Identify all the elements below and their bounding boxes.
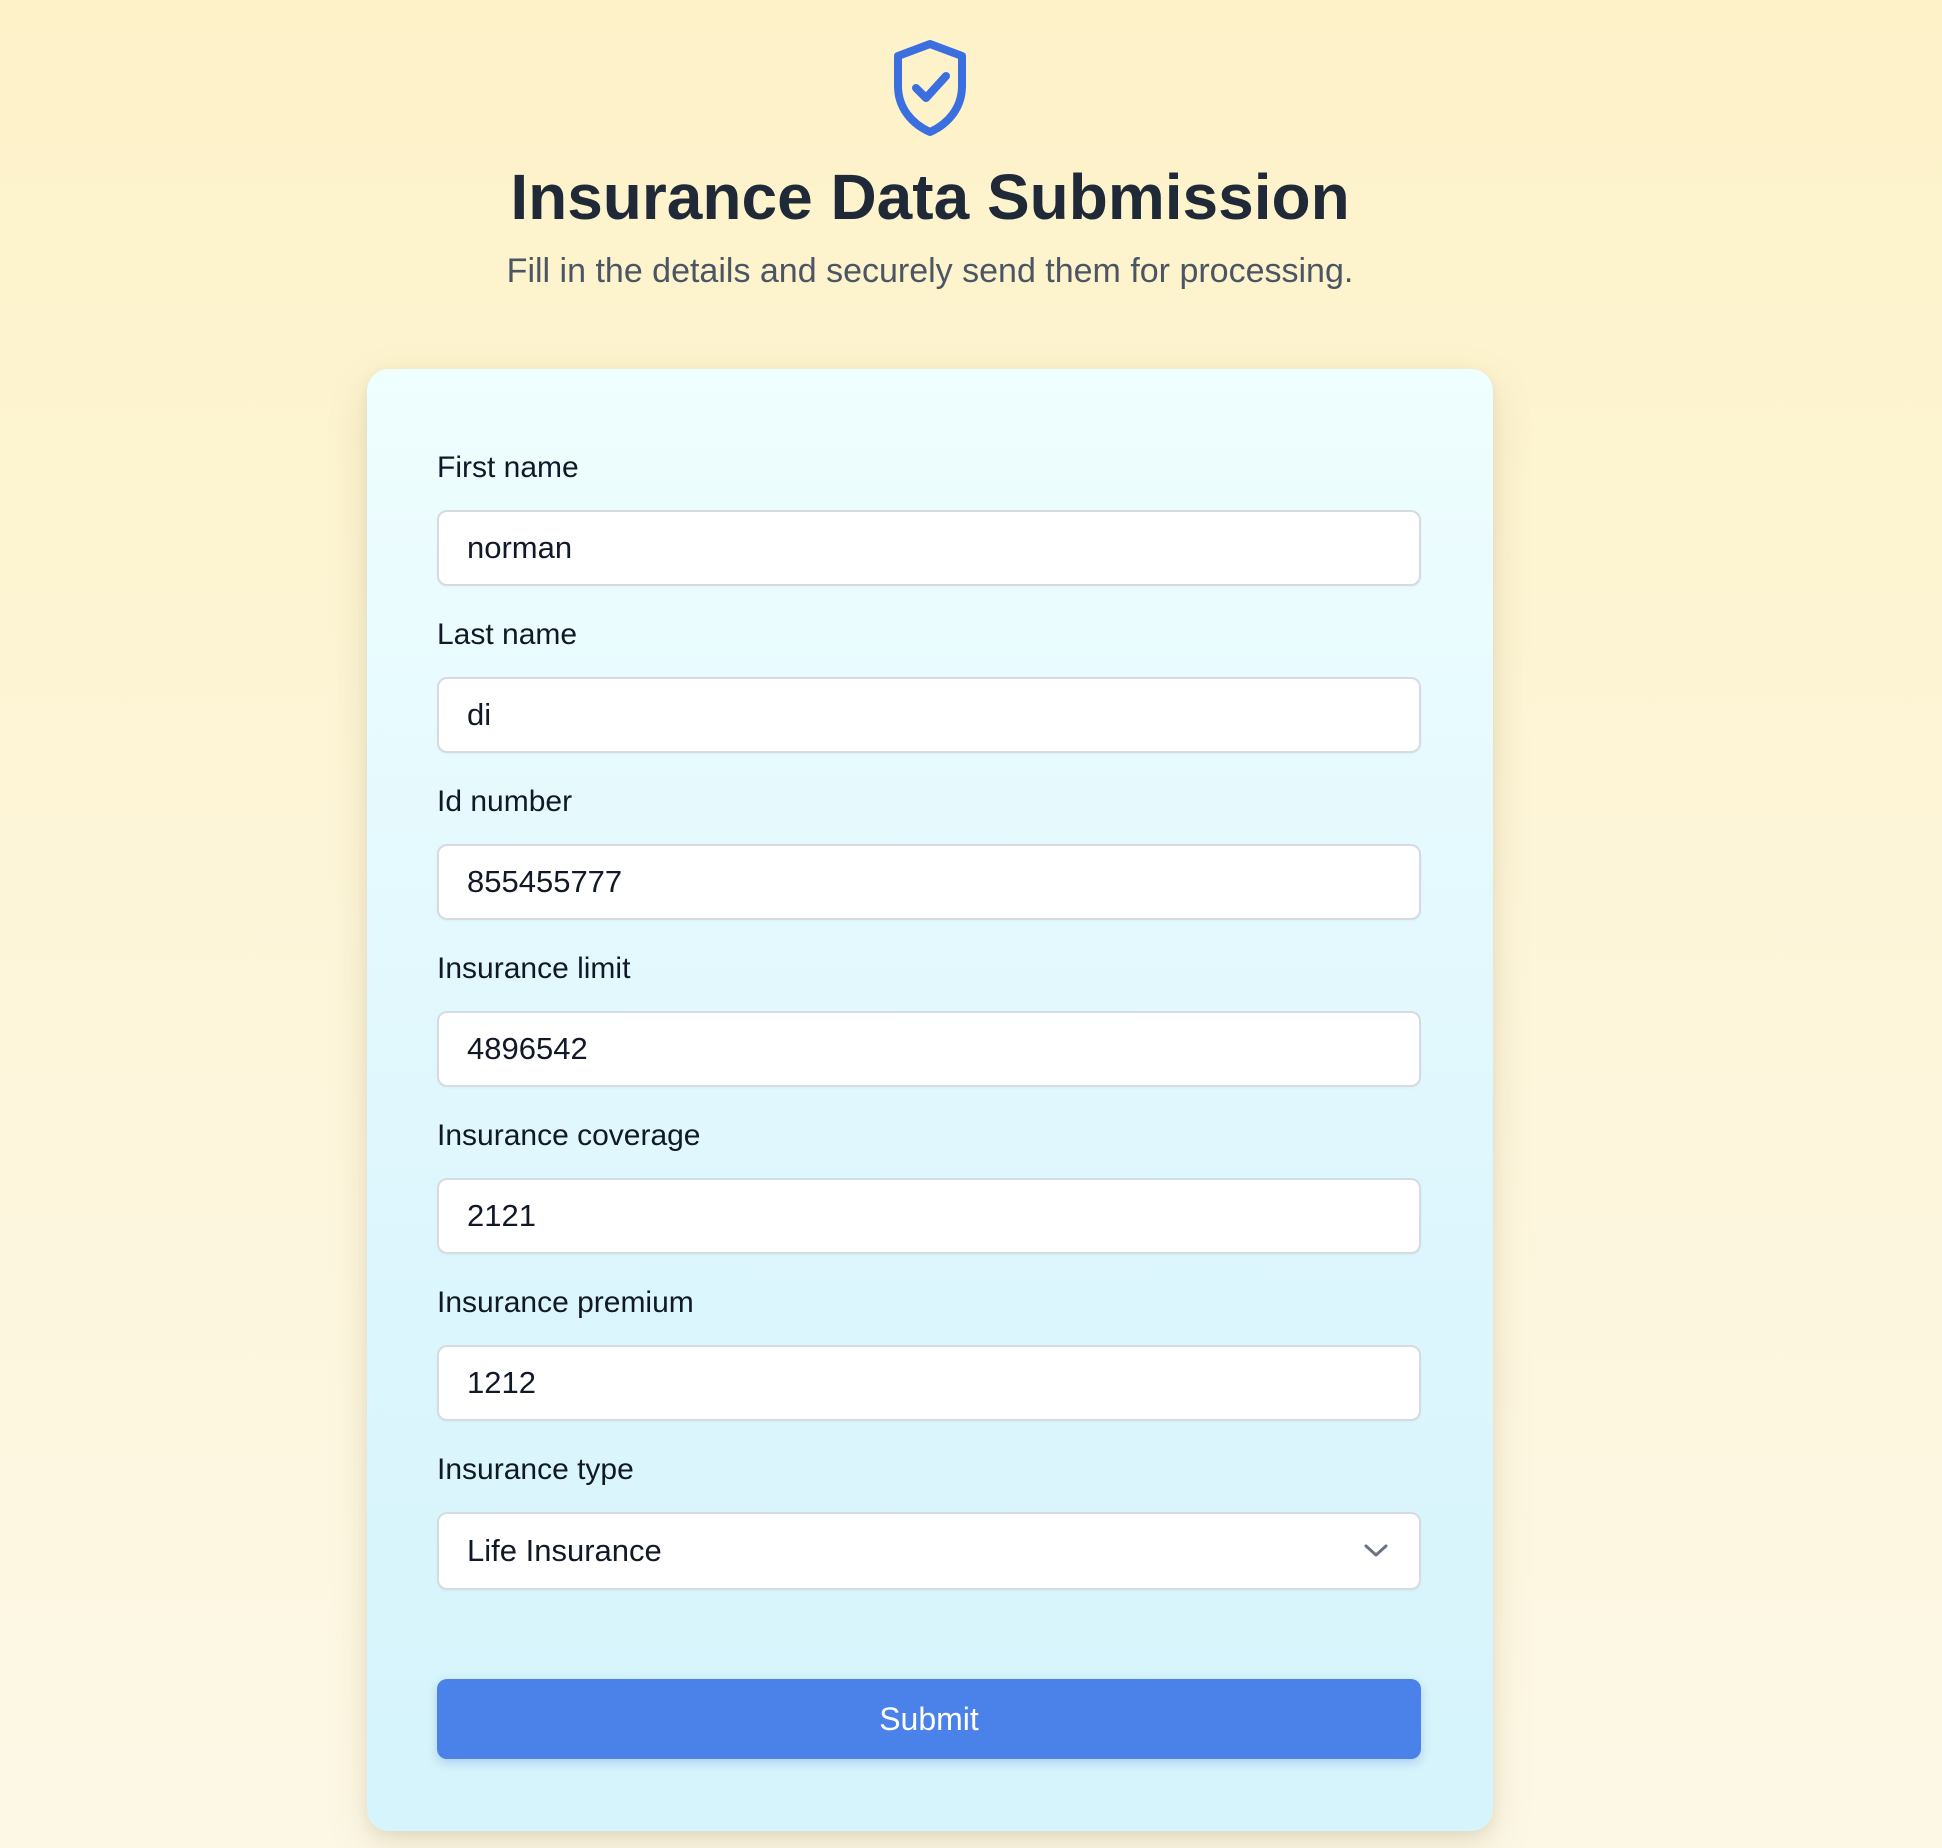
first-name-label: First name [437, 451, 579, 484]
insurance-type-select[interactable]: Life Insurance [437, 1512, 1421, 1590]
first-name-input[interactable] [437, 510, 1421, 586]
page-subtitle: Fill in the details and securely send th… [506, 252, 1354, 290]
insurance-coverage-input[interactable] [437, 1178, 1421, 1254]
insurance-coverage-label: Insurance coverage [437, 1119, 701, 1152]
insurance-limit-input[interactable] [437, 1011, 1421, 1087]
insurance-premium-input[interactable] [437, 1345, 1421, 1421]
id-number-input[interactable] [437, 844, 1421, 920]
insurance-premium-label: Insurance premium [437, 1286, 694, 1319]
shield-check-icon [894, 40, 966, 136]
page-title: Insurance Data Submission [510, 161, 1350, 233]
id-number-label: Id number [437, 785, 573, 818]
last-name-input[interactable] [437, 677, 1421, 753]
insurance-type-value: Life Insurance [467, 1533, 662, 1568]
insurance-type-label: Insurance type [437, 1453, 634, 1486]
last-name-label: Last name [437, 618, 578, 651]
form-card: First name Last name Id number Insurance… [367, 369, 1493, 1831]
chevron-down-icon [1364, 1544, 1388, 1557]
submit-button[interactable]: Submit [437, 1679, 1421, 1759]
insurance-limit-label: Insurance limit [437, 952, 631, 985]
